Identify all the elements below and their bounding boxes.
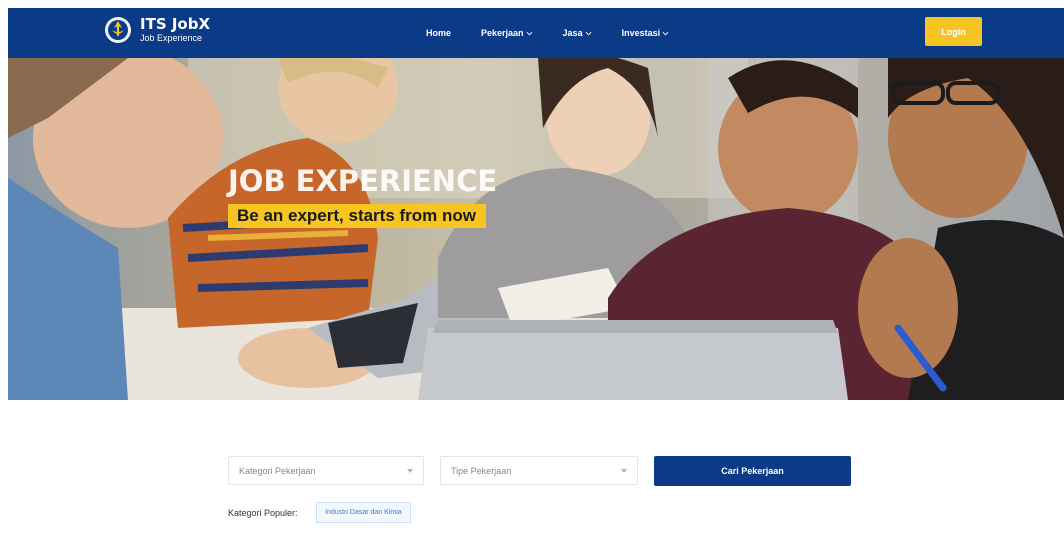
nav-item-label: Pekerjaan <box>481 28 524 38</box>
its-logo-icon <box>105 17 131 43</box>
hero-title: JOB EXPERIENCE <box>228 164 498 198</box>
nav-menu: Home Pekerjaan Jasa Investasi <box>426 8 699 58</box>
hero-photo <box>8 58 1064 400</box>
top-navbar: ITS JobX Job Experience Home Pekerjaan J… <box>8 8 1064 58</box>
nav-item-investasi[interactable]: Investasi <box>622 28 670 38</box>
nav-item-pekerjaan[interactable]: Pekerjaan <box>481 28 533 38</box>
select-placeholder: Kategori Pekerjaan <box>239 465 316 476</box>
nav-item-label: Investasi <box>621 28 661 38</box>
chevron-down-icon <box>585 31 592 35</box>
chevron-down-icon <box>662 31 669 35</box>
login-button[interactable]: Login <box>925 17 982 46</box>
nav-item-label: Jasa <box>562 28 583 38</box>
hero-tagline: Be an expert, starts from now <box>228 204 487 228</box>
hero-banner: JOB EXPERIENCE Be an expert, starts from… <box>8 58 1064 400</box>
caret-down-icon <box>621 469 627 473</box>
brand[interactable]: ITS JobX Job Experience <box>104 16 210 44</box>
brand-subtitle: Job Experience <box>140 33 203 43</box>
chevron-down-icon <box>526 31 532 35</box>
nav-item-jasa[interactable]: Jasa <box>563 28 592 38</box>
popular-category-tag[interactable]: Industri Dasar dan Kimia <box>316 502 411 523</box>
brand-title: ITS JobX <box>140 15 211 33</box>
nav-item-home[interactable]: Home <box>426 28 451 38</box>
select-placeholder: Tipe Pekerjaan <box>451 465 512 476</box>
nav-item-label: Home <box>426 28 452 38</box>
caret-down-icon <box>407 469 413 473</box>
job-type-select[interactable]: Tipe Pekerjaan <box>440 456 638 485</box>
search-jobs-button[interactable]: Cari Pekerjaan <box>654 456 851 486</box>
job-category-select[interactable]: Kategori Pekerjaan <box>228 456 424 485</box>
popular-categories-label: Kategori Populer: <box>228 508 298 518</box>
